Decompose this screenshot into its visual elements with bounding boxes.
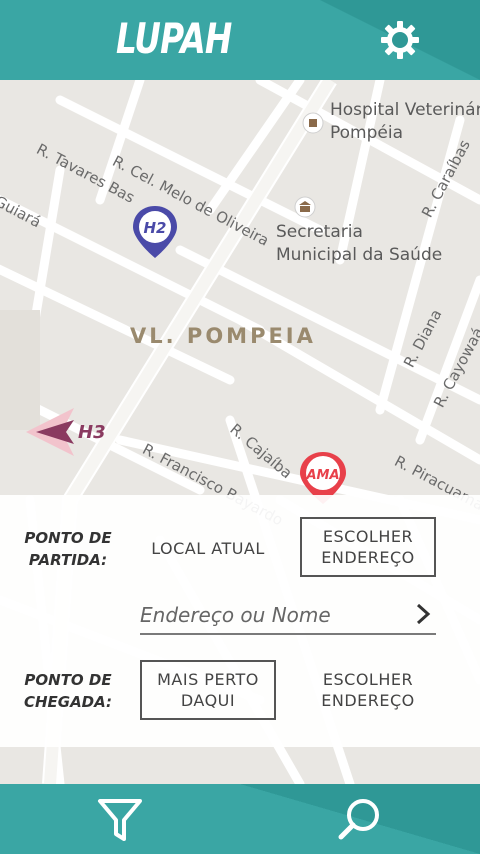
secretaria-label-2: Municipal da Saúde (276, 245, 443, 265)
choose-address-b-line1: ESCOLHER (322, 670, 414, 689)
filter-icon (98, 799, 142, 841)
current-location-button[interactable]: LOCAL ATUAL (140, 518, 276, 578)
hospital-label-2: Pompéia (330, 123, 403, 143)
hospital-pin-icon[interactable] (302, 112, 324, 134)
nearest-line1: MAIS PERTO (157, 670, 259, 689)
address-search-field[interactable] (140, 597, 436, 635)
app-header: LUPAH (0, 0, 480, 80)
choose-arrival-address-button[interactable]: ESCOLHER ENDEREÇO (300, 660, 436, 720)
search-button[interactable] (240, 784, 480, 854)
search-icon (338, 799, 379, 840)
app-title: LUPAH (116, 14, 232, 63)
nearest-line2: DAQUI (180, 691, 236, 710)
h2-marker-label: H2 (144, 219, 167, 237)
gear-icon[interactable] (378, 18, 422, 62)
departure-label-line1: PONTO DE (24, 529, 112, 547)
departure-label: PONTO DE PARTIDA: (20, 527, 116, 571)
departure-label-line2: PARTIDA: (28, 551, 108, 569)
choose-address-line2: ENDEREÇO (321, 548, 415, 567)
chevron-right-icon[interactable] (414, 603, 432, 625)
choose-address-line1: ESCOLHER (322, 527, 414, 546)
nearest-button[interactable]: MAIS PERTO DAQUI (140, 660, 276, 720)
h2-marker-icon[interactable]: H2 (131, 204, 179, 260)
arrival-label: PONTO DE CHEGADA: (20, 669, 116, 713)
hospital-label-1: Hospital Veterinári (330, 100, 480, 120)
choose-address-b-line2: ENDEREÇO (321, 691, 415, 710)
address-search-input[interactable] (140, 601, 400, 629)
h3-marker-icon[interactable]: H3 (22, 406, 112, 462)
secretaria-label-1: Secretaria (276, 222, 363, 242)
district-label: VL. POMPEIA (130, 324, 316, 348)
arrival-label-line2: CHEGADA: (23, 693, 113, 711)
arrival-label-line1: PONTO DE (24, 671, 112, 689)
bottom-bar (0, 784, 480, 854)
filter-button[interactable] (0, 784, 240, 854)
choose-departure-address-button[interactable]: ESCOLHER ENDEREÇO (300, 517, 436, 577)
ama-marker-label: AMA (305, 468, 339, 483)
government-building-icon[interactable] (294, 196, 316, 218)
h3-marker-label: H3 (78, 422, 106, 443)
